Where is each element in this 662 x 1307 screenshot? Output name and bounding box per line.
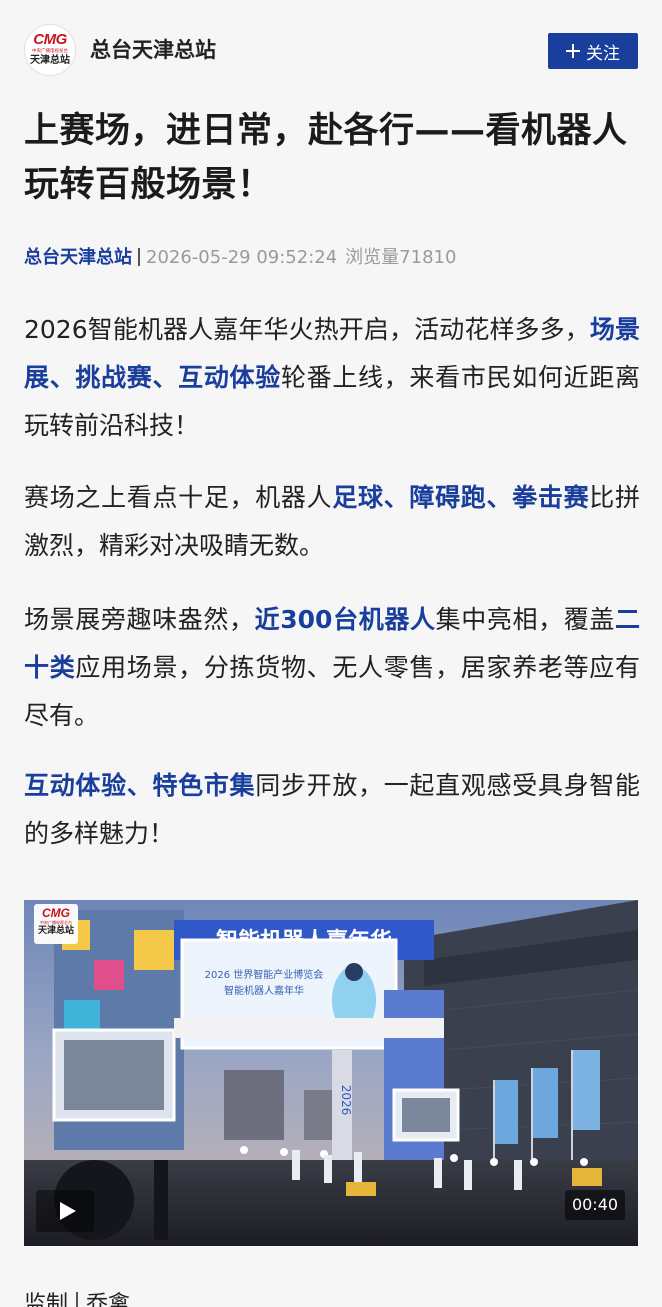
article-header: CMG 中央广播电视总台 天津总站 总台天津总站 关注 [0,0,662,100]
watermark-cmg: CMG [42,906,70,920]
screen-line-2: 智能机器人嘉年华 [224,984,304,997]
paragraph-text: 集中亮相，覆盖 [435,605,615,634]
video-player[interactable]: 智能机器人嘉年华 2026 世界智能产业博览会 智能机器人嘉年华 2026 [24,900,638,1246]
video-watermark: CMG 中央广播电视总台 天津总站 [34,904,78,944]
article-paragraph: 2026智能机器人嘉年华火热开启，活动花样多多，场景展、挑战赛、互动体验轮番上线… [24,306,640,450]
paragraph-text: 应用场景，分拣货物、无人零售，居家养老等应有尽有。 [24,653,640,730]
cmg-logo-text: CMG [33,31,67,48]
article-source[interactable]: 总台天津总站 [24,247,132,268]
paragraph-text: 赛场之上看点十足，机器人 [24,483,333,512]
pillar-text: 2026 [339,1085,353,1116]
paragraph-highlight: 互动体验、特色市集 [24,771,256,800]
meta-divider [138,248,140,266]
editor-name: 乔禽 [86,1292,131,1307]
paragraph-highlight: 近300台机器人 [254,605,436,634]
play-icon[interactable] [36,1190,94,1232]
editor-divider [76,1292,79,1307]
video-thumbnail: 智能机器人嘉年华 2026 世界智能产业博览会 智能机器人嘉年华 2026 [24,900,638,1246]
follow-button[interactable]: 关注 [548,33,638,69]
editor-label: 监制 [24,1292,69,1307]
logo-subtitle: 中央广播电视总台 [31,48,68,54]
screen-line-1: 2026 世界智能产业博览会 [205,968,324,981]
article-paragraph: 赛场之上看点十足，机器人足球、障碍跑、拳击赛比拼激烈，精彩对决吸睛无数。 [24,474,640,570]
paragraph-text: 场景展旁趣味盎然， [24,605,255,634]
article-title: 上赛场，进日常，赴各行——看机器人玩转百般场景！ [24,111,628,205]
article-paragraph: 互动体验、特色市集同步开放，一起直观感受具身智能的多样魅力！ [24,762,640,858]
paragraph-highlight: 足球、障碍跑、拳击赛 [332,483,590,512]
watermark-name: 天津总站 [37,926,74,936]
publish-datetime: 2026-05-29 09:52:24 [146,247,338,268]
article-paragraph: 场景展旁趣味盎然，近300台机器人集中亮相，覆盖二十类应用场景，分拣货物、无人零… [24,596,640,740]
account-name[interactable]: 总台天津总站 [90,36,216,64]
paragraph-text: 2026智能机器人嘉年华火热开启，活动花样多多， [24,315,590,344]
video-duration: 00:40 [565,1190,625,1220]
view-count: 浏览量71810 [345,247,457,268]
logo-station-name: 天津总站 [30,55,70,66]
article-meta: 总台天津总站 2026-05-29 09:52:24 浏览量71810 [24,244,456,272]
plus-icon [566,44,580,58]
editor-credit: 监制 乔禽 [24,1290,130,1307]
account-avatar[interactable]: CMG 中央广播电视总台 天津总站 [24,24,76,76]
follow-label: 关注 [586,43,620,64]
